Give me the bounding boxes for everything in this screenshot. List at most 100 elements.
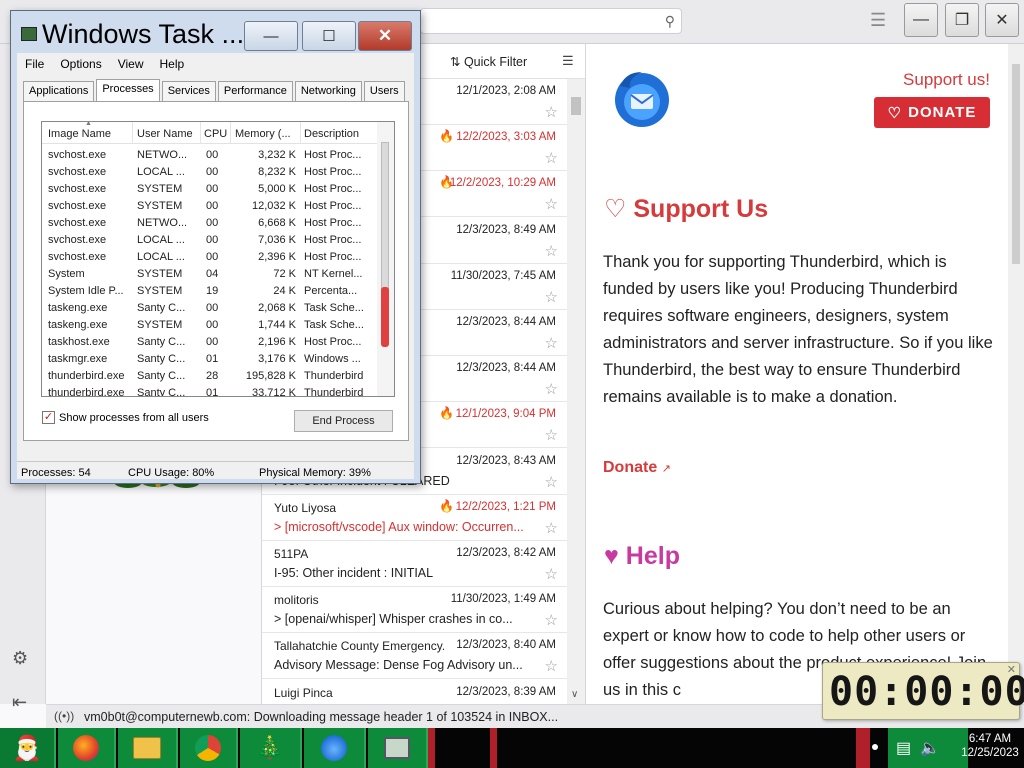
scroll-down-icon[interactable]: ∨	[571, 689, 578, 700]
clock-gadget[interactable]: 00:00:00 ✕	[822, 662, 1024, 720]
donate-button[interactable]: ♡ DONATE	[874, 97, 990, 128]
donate-link[interactable]: Donate ↗	[603, 459, 671, 477]
tab-services[interactable]: Services	[161, 81, 216, 101]
message-row[interactable]: 511PA 12/3/2023, 8:42 AM I-95: Other incid…	[262, 541, 568, 587]
star-icon[interactable]: ☆	[545, 195, 558, 213]
start-button[interactable]: 🎅	[0, 728, 56, 768]
tab-processes[interactable]: Processes	[96, 79, 160, 101]
process-description: Host Proc...	[304, 336, 362, 348]
close-icon[interactable]: ✕	[1007, 663, 1016, 676]
taskbar-thunderbird[interactable]	[304, 728, 366, 768]
message-row[interactable]: Yuto Liyosa 🔥 12/2/2023, 1:21 PM > [microso…	[262, 494, 568, 541]
menu-help[interactable]: Help	[152, 55, 193, 75]
folder-icon	[133, 737, 161, 759]
search-icon[interactable]: ⚲	[665, 13, 675, 30]
star-icon[interactable]: ☆	[545, 103, 558, 121]
table-row[interactable]: svchost.exe SYSTEM 00 5,000 K Host Proc...	[42, 181, 378, 198]
star-icon[interactable]: ☆	[545, 611, 558, 629]
taskbar-chrome[interactable]	[180, 728, 238, 768]
star-icon[interactable]: ☆	[545, 657, 558, 675]
table-row[interactable]: System Idle P... SYSTEM 19 24 K Percenta...	[42, 283, 378, 300]
col-memory[interactable]: Memory (...	[235, 128, 301, 140]
table-row[interactable]: taskhost.exe Santy C... 00 2,196 K Host Proc…	[42, 334, 378, 351]
show-all-processes-checkbox[interactable]: ✓ Show processes from all users	[42, 411, 209, 424]
settings-gear-icon[interactable]: ⚙	[12, 648, 28, 669]
donate-button-label: DONATE	[908, 104, 977, 121]
support-us-heading: ♡ Support Us	[604, 194, 768, 224]
network-icon[interactable]: ▤	[896, 738, 911, 758]
taskbar-clock[interactable]: 6:47 AM 12/25/2023	[958, 732, 1022, 760]
close-button[interactable]: ✕	[985, 3, 1019, 37]
minimize-button[interactable]: —	[904, 3, 938, 37]
col-description[interactable]: Description	[304, 128, 374, 140]
star-icon[interactable]: ☆	[545, 473, 558, 491]
table-row[interactable]: taskeng.exe SYSTEM 00 1,744 K Task Sche...	[42, 317, 378, 334]
close-button[interactable]: ✕	[358, 21, 412, 51]
taskbar-task-manager[interactable]	[368, 728, 428, 768]
col-user-name[interactable]: User Name	[137, 128, 199, 140]
process-table-scrollbar[interactable]	[377, 122, 394, 396]
system-tray: ▤ 🔈	[888, 728, 968, 768]
support-us-link[interactable]: Support us!	[903, 70, 990, 90]
thunderbird-icon	[321, 735, 347, 761]
col-cpu[interactable]: CPU	[204, 128, 230, 140]
star-icon[interactable]: ☆	[545, 426, 558, 444]
table-row[interactable]: thunderbird.exe Santy C... 28 195,828 K Thun…	[42, 368, 378, 385]
collapse-sidebar-icon[interactable]: ⇤	[12, 692, 27, 713]
star-icon[interactable]: ☆	[545, 288, 558, 306]
star-icon[interactable]: ☆	[545, 149, 558, 167]
taskbar: 🎅 🎄 ▤ 🔈 6:47 AM 12/25/2023	[0, 728, 1024, 768]
star-icon[interactable]: ☆	[545, 519, 558, 537]
star-icon[interactable]: ☆	[545, 242, 558, 260]
message-row[interactable]: Luigi Pinca12/3/2023, 8:39 AM☆	[262, 679, 568, 704]
scrollbar-thumb[interactable]	[1012, 64, 1020, 264]
message-sender: Yuto Liyosa	[274, 500, 337, 515]
list-options-icon[interactable]: ☰	[562, 53, 574, 69]
search-input[interactable]: ⚲	[420, 8, 682, 34]
menu-view[interactable]: View	[110, 55, 152, 75]
table-row[interactable]: svchost.exe LOCAL ... 00 8,232 K Host Proc..…	[42, 164, 378, 181]
checkbox-checked-icon[interactable]: ✓	[42, 411, 55, 424]
menu-file[interactable]: File	[17, 55, 52, 75]
table-row[interactable]: svchost.exe NETWO... 00 3,232 K Host Proc...	[42, 147, 378, 164]
scrollbar-thumb[interactable]	[571, 97, 581, 115]
table-row[interactable]: thunderbird.exe Santy C... 01 33,712 K Thund…	[42, 385, 378, 396]
taskbar-explorer[interactable]	[118, 728, 178, 768]
table-row[interactable]: svchost.exe LOCAL ... 00 7,036 K Host Proc..…	[42, 232, 378, 249]
process-image-name: System Idle P...	[48, 285, 124, 297]
online-status-icon[interactable]: ((•))	[54, 709, 74, 723]
app-menu-icon[interactable]: ☰	[870, 10, 886, 31]
star-icon[interactable]: ☆	[545, 334, 558, 352]
menu-options[interactable]: Options	[52, 55, 109, 75]
table-row[interactable]: svchost.exe NETWO... 00 6,668 K Host Proc...	[42, 215, 378, 232]
star-icon[interactable]: ☆	[545, 380, 558, 398]
taskbar-firefox[interactable]	[58, 728, 116, 768]
table-row[interactable]: System SYSTEM 04 72 K NT Kernel...	[42, 266, 378, 283]
end-process-button[interactable]: End Process	[294, 410, 393, 432]
taskbar-christmas-tree[interactable]: 🎄	[240, 728, 302, 768]
tab-applications[interactable]: Applications	[23, 81, 95, 101]
table-row[interactable]: taskmgr.exe Santy C... 01 3,176 K Windows ..…	[42, 351, 378, 368]
process-user-name: LOCAL ...	[137, 234, 185, 246]
restore-button[interactable]: ❐	[945, 3, 979, 37]
flame-icon: 🔥	[439, 129, 454, 144]
minimize-button[interactable]: —	[244, 21, 298, 51]
maximize-button[interactable]: ☐	[302, 21, 356, 51]
message-row[interactable]: molitoris 11/30/2023, 1:49 AM > [openai/wh…	[262, 587, 568, 634]
message-date: 12/3/2023, 8:42 AM	[456, 547, 556, 559]
message-sender: Tallahatchie County Emergency...	[274, 639, 444, 654]
tab-performance[interactable]: Performance	[217, 81, 293, 101]
tab-users[interactable]: Users	[363, 81, 405, 101]
col-image-name[interactable]: Image Name	[48, 128, 132, 140]
content-scrollbar[interactable]	[1008, 44, 1024, 704]
volume-icon[interactable]: 🔈	[920, 738, 940, 758]
table-row[interactable]: svchost.exe SYSTEM 00 12,032 K Host Proc...	[42, 198, 378, 215]
tab-networking[interactable]: Networking	[294, 81, 362, 101]
quick-filter-button[interactable]: ⇅ Quick Filter	[450, 54, 527, 69]
table-row[interactable]: taskeng.exe Santy C... 00 2,068 K Task Sche.…	[42, 300, 378, 317]
message-row[interactable]: Tallahatchie County Emergency... 12/3/202…	[262, 633, 568, 680]
flame-icon: 🔥	[439, 498, 454, 513]
star-icon[interactable]: ☆	[545, 565, 558, 583]
table-row[interactable]: svchost.exe LOCAL ... 00 2,396 K Host Proc..…	[42, 249, 378, 266]
message-list-scrollbar[interactable]: ∨	[567, 79, 585, 704]
